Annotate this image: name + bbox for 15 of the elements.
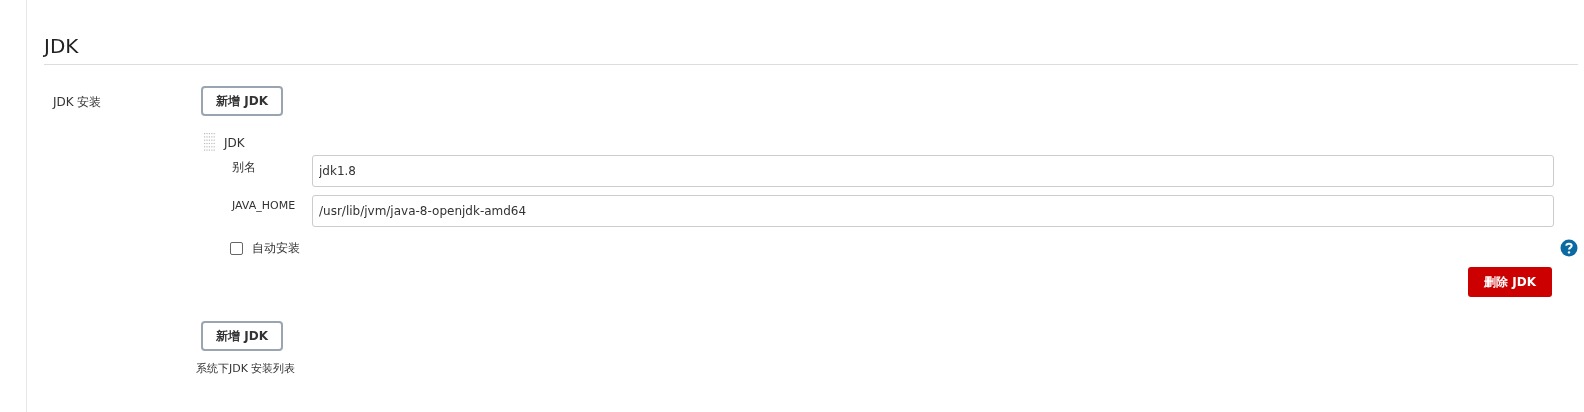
field-label: 别名 [232,159,257,176]
field-label: JDK 安装 [53,95,102,109]
checkbox[interactable] [230,241,243,255]
add-jdk-button[interactable]: 新增 JDK [201,321,283,351]
checkbox-label: 自动安装 [252,240,300,257]
drag-handle-icon[interactable] [204,133,216,153]
section-title: JDK [44,34,79,58]
add-jdk-button[interactable]: 新增 JDK [201,86,283,116]
field-label: JAVA_HOME [232,198,297,214]
delete-jdk-button[interactable]: 删除 JDK [1468,267,1552,297]
item-title: JDK [224,135,245,152]
alias-field[interactable]: jdk1.8 [312,155,1554,187]
java-home-field[interactable]: /usr/lib/jvm/java-8-openjdk-amd64 [312,195,1554,227]
help-icon[interactable] [1560,239,1578,257]
help-text: 系统下JDK 安装列表 [196,361,297,377]
